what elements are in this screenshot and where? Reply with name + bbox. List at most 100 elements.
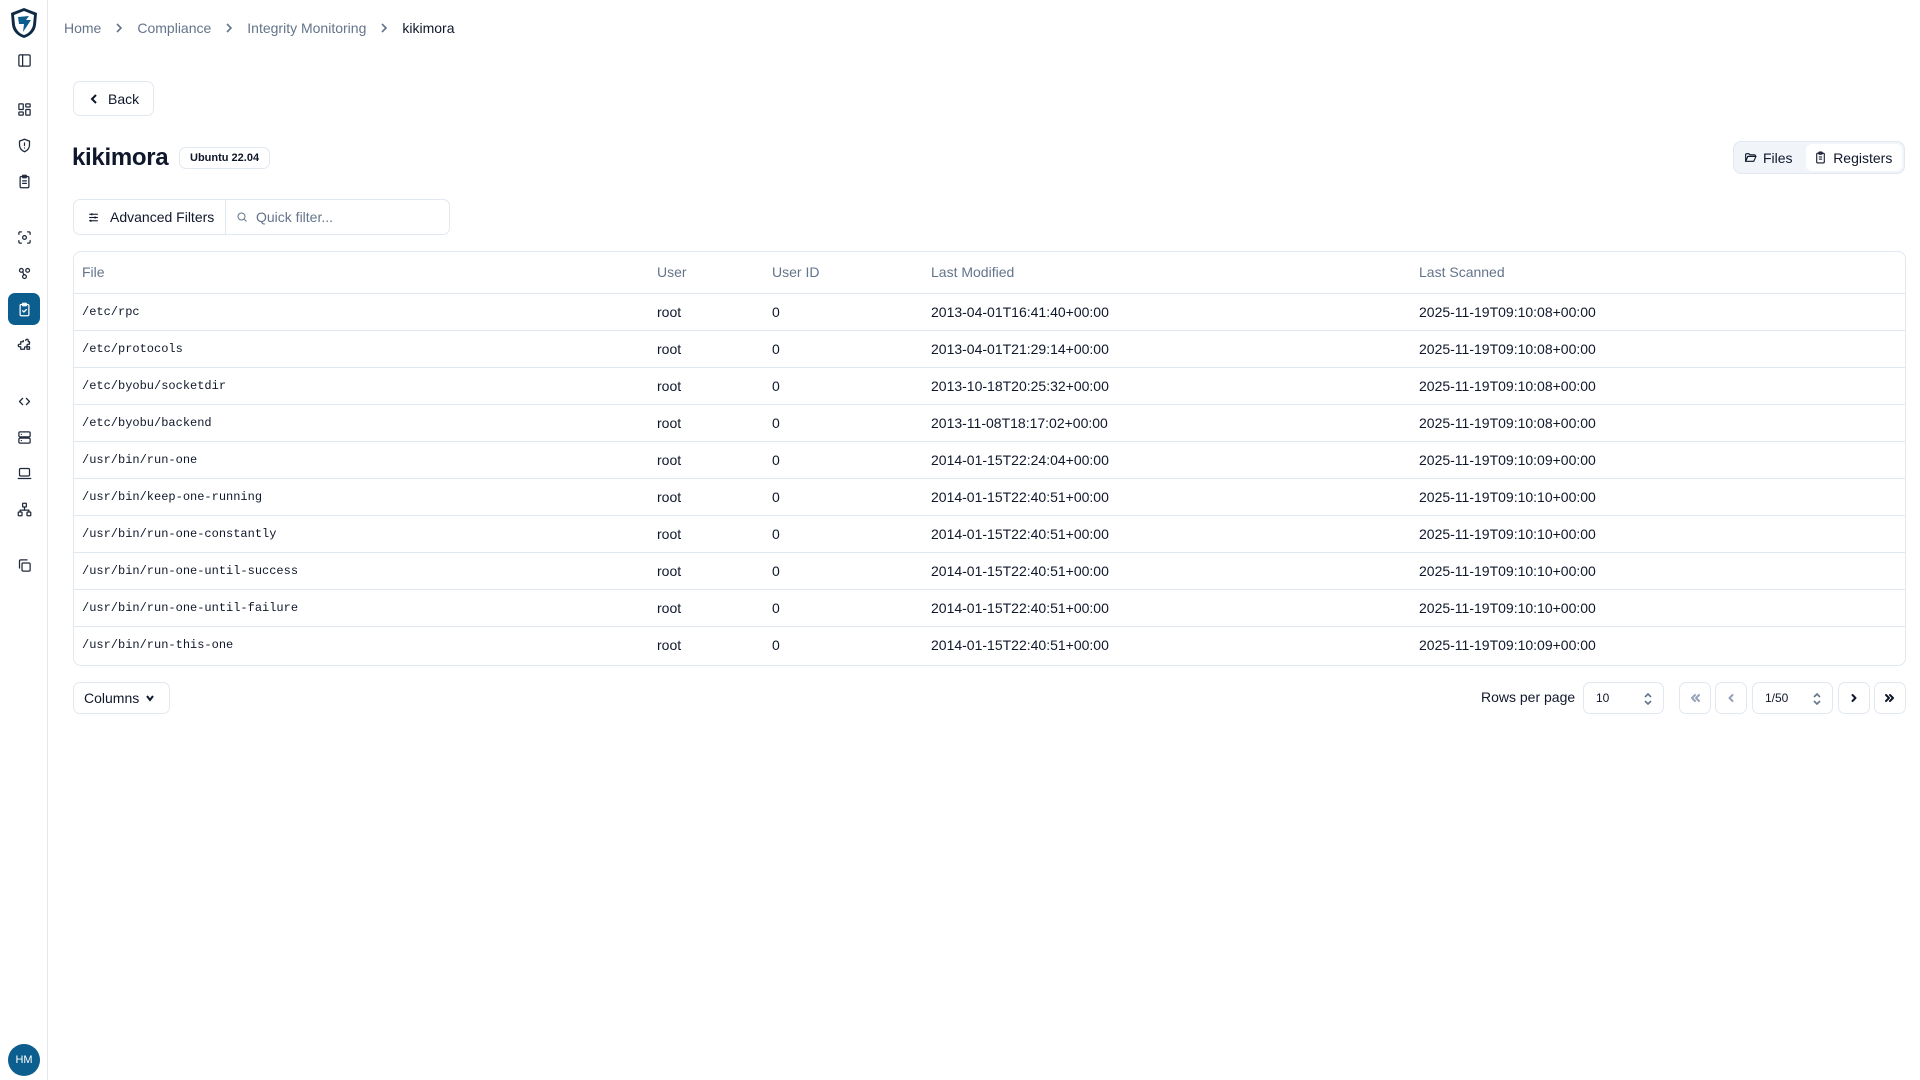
header-user[interactable]: User	[657, 252, 772, 294]
copy-icon[interactable]	[8, 549, 40, 581]
cell-user: root	[657, 293, 772, 331]
cell-last-modified: 2013-04-01T16:41:40+00:00	[931, 293, 1419, 331]
last-page-button[interactable]	[1874, 682, 1906, 714]
cell-last-modified: 2014-01-15T22:40:51+00:00	[931, 552, 1419, 590]
clipboard-list-icon[interactable]	[8, 165, 40, 197]
page-value: 1/50	[1765, 691, 1789, 705]
table-row[interactable]: /etc/protocols root 0 2013-04-01T21:29:1…	[74, 330, 1905, 368]
search-icon	[237, 212, 247, 222]
cell-last-modified: 2014-01-15T22:40:51+00:00	[931, 636, 1109, 653]
header-last-modified[interactable]: Last Modified	[931, 252, 1419, 294]
table-row[interactable]: /usr/bin/run-one-until-failure root 0 20…	[74, 589, 1905, 627]
table-row[interactable]: /usr/bin/run-one-constantly root 0 2014-…	[74, 515, 1905, 553]
cell-last-scanned: 2025-11-19T09:10:08+00:00	[1419, 330, 1905, 368]
chevron-right-icon	[115, 23, 123, 33]
cell-user: root	[657, 404, 772, 442]
clipboard-check-icon[interactable]	[8, 293, 40, 325]
breadcrumb-current: kikimora	[402, 20, 455, 36]
chevron-right-icon	[380, 23, 388, 33]
table-row[interactable]: /usr/bin/keep-one-running root 0 2014-01…	[74, 478, 1905, 516]
table-row[interactable]: /usr/bin/run-one-until-success root 0 20…	[74, 552, 1905, 590]
cell-file: /etc/byobu/backend	[74, 404, 657, 442]
cell-last-modified: 2013-10-18T20:25:32+00:00	[931, 367, 1419, 405]
chevron-right-icon	[225, 23, 233, 33]
cell-user-id: 0	[772, 552, 931, 590]
table-row[interactable]: /etc/byobu/backend root 0 2013-11-08T18:…	[74, 404, 1905, 442]
cell-last-scanned: 2025-11-19T09:10:09+00:00	[1419, 636, 1596, 653]
advanced-filters-label: Advanced Filters	[110, 209, 215, 225]
cell-last-modified: 2014-01-15T22:40:51+00:00	[931, 589, 1419, 627]
puzzle-icon[interactable]	[8, 329, 40, 361]
shield-logo-icon[interactable]	[9, 7, 39, 39]
columns-button-label: Columns	[84, 690, 140, 706]
table-row[interactable]: /usr/bin/run-one root 0 2014-01-15T22:24…	[74, 441, 1905, 479]
breadcrumb-integrity-monitoring[interactable]: Integrity Monitoring	[247, 20, 366, 36]
cell-last-modified: 2013-04-01T21:29:14+00:00	[931, 330, 1419, 368]
sliders-icon	[89, 212, 98, 222]
tab-registers-label: Registers	[1833, 149, 1893, 166]
cell-user-id: 0	[772, 367, 931, 405]
cell-user-id: 0	[772, 404, 931, 442]
chevron-down-icon	[146, 695, 155, 702]
cell-last-scanned: 2025-11-19T09:10:08+00:00	[1419, 404, 1905, 442]
columns-button[interactable]: Columns	[73, 682, 170, 714]
page-select[interactable]: 1/50	[1752, 682, 1833, 714]
cell-user: root	[657, 589, 772, 627]
network-icon[interactable]	[8, 493, 40, 525]
previous-page-button[interactable]	[1715, 682, 1747, 714]
cell-last-scanned: 2025-11-19T09:10:08+00:00	[1419, 293, 1905, 331]
shield-alert-icon[interactable]	[8, 129, 40, 161]
cell-file: /usr/bin/run-one-constantly	[74, 515, 657, 553]
cell-last-scanned: 2025-11-19T09:10:10+00:00	[1419, 478, 1905, 516]
table-row[interactable]: /usr/bin/run-this-one root 0 2014-01-15T…	[74, 626, 1905, 663]
chevrons-right-icon	[1885, 694, 1894, 702]
user-avatar[interactable]: HM	[8, 1044, 40, 1076]
nodes-icon[interactable]	[8, 257, 40, 289]
rows-per-page-value: 10	[1596, 691, 1610, 705]
folder-open-icon	[1744, 153, 1757, 162]
table-row[interactable]: /etc/byobu/socketdir root 0 2013-10-18T2…	[74, 367, 1905, 405]
cell-user-id: 0	[772, 589, 931, 627]
chevron-left-icon	[1728, 694, 1734, 702]
cell-user-id: 0	[772, 330, 931, 368]
chevron-right-icon	[1851, 694, 1857, 702]
breadcrumb-home[interactable]: Home	[64, 20, 101, 36]
next-page-button[interactable]	[1838, 682, 1870, 714]
cell-user-id: 0	[772, 515, 931, 553]
cell-last-modified: 2014-01-15T22:40:51+00:00	[931, 478, 1419, 516]
cell-file: /usr/bin/run-one-until-failure	[74, 589, 657, 627]
first-page-button[interactable]	[1679, 682, 1711, 714]
header-last-scanned[interactable]: Last Scanned	[1419, 252, 1905, 294]
dashboard-icon[interactable]	[8, 93, 40, 125]
cell-last-scanned: 2025-11-19T09:10:10+00:00	[1419, 589, 1905, 627]
header-user-id[interactable]: User ID	[772, 252, 931, 294]
cell-last-modified: 2013-11-08T18:17:02+00:00	[931, 404, 1419, 442]
breadcrumb-compliance[interactable]: Compliance	[137, 20, 211, 36]
scan-icon[interactable]	[8, 221, 40, 253]
clipboard-icon	[1816, 151, 1826, 164]
cell-user: root	[657, 478, 772, 516]
advanced-filters-button[interactable]: Advanced Filters	[74, 200, 226, 234]
quick-filter-input[interactable]	[256, 209, 436, 225]
os-badge: Ubuntu 22.04	[179, 147, 271, 169]
server-icon[interactable]	[8, 421, 40, 453]
cell-file: /etc/protocols	[74, 330, 657, 368]
filter-bar: Advanced Filters	[73, 199, 450, 235]
cell-last-scanned: 2025-11-19T09:10:09+00:00	[1419, 441, 1905, 479]
chevrons-up-down-icon	[1813, 693, 1821, 705]
code-icon[interactable]	[8, 385, 40, 417]
cell-user: root	[657, 367, 772, 405]
breadcrumb: Home Compliance Integrity Monitoring kik…	[64, 19, 454, 37]
chevron-left-icon	[90, 93, 97, 104]
laptop-icon[interactable]	[8, 457, 40, 489]
cell-user-id: 0	[772, 478, 931, 516]
back-button[interactable]: Back	[73, 81, 154, 116]
rows-per-page-select[interactable]: 10	[1583, 682, 1664, 714]
toggle-sidebar-icon[interactable]	[8, 44, 40, 76]
table-row[interactable]: /etc/rpc root 0 2013-04-01T16:41:40+00:0…	[74, 293, 1905, 331]
header-file[interactable]: File	[74, 252, 657, 294]
tab-registers[interactable]: Registers	[1806, 144, 1902, 171]
cell-file: /usr/bin/keep-one-running	[74, 478, 657, 516]
tab-files[interactable]: Files	[1736, 144, 1807, 171]
view-toggle: Files Registers	[1733, 141, 1905, 174]
